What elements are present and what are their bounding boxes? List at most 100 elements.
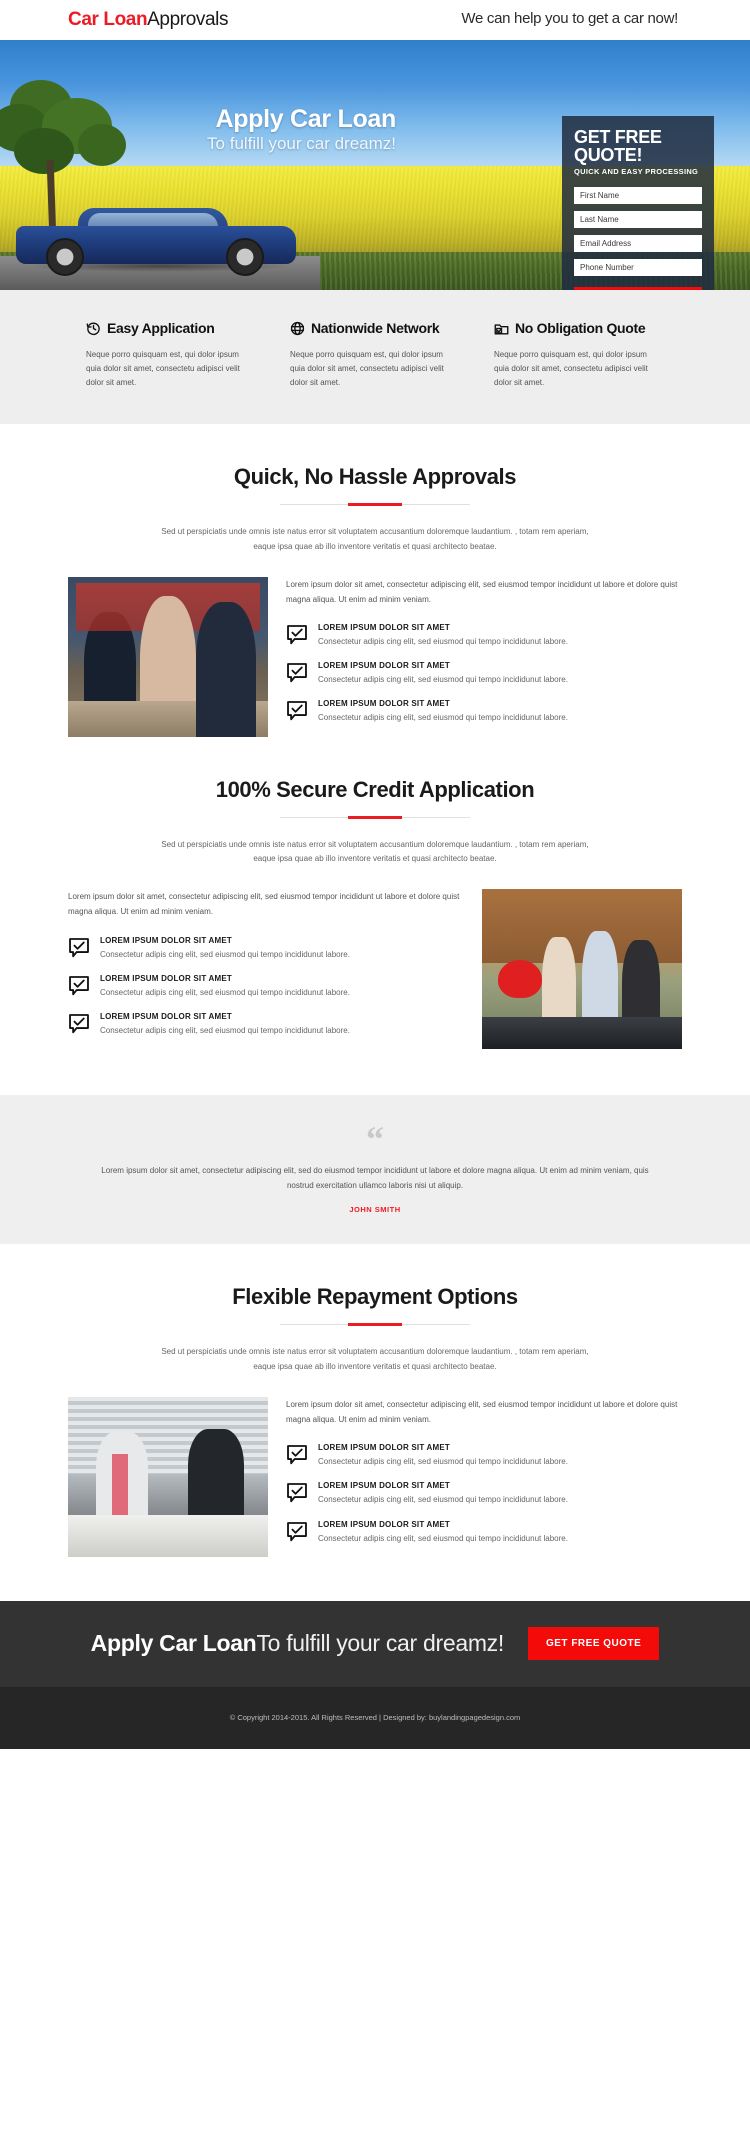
clock-history-icon <box>86 321 101 336</box>
check-bubble-icon <box>286 1521 308 1543</box>
check-bubble-icon <box>286 624 308 646</box>
hero-subtitle: To fulfill your car dreamz! <box>207 134 396 154</box>
phone-number-input[interactable] <box>574 259 702 276</box>
check-bubble-icon <box>68 1013 90 1035</box>
cta-headline-strong: Apply Car Loan <box>90 1630 257 1657</box>
list-item-title: LOREM IPSUM DOLOR SIT AMET <box>100 973 233 983</box>
feature-no-obligation-quote: No Obligation Quote Neque porro quisquam… <box>494 320 664 390</box>
section-paragraph: Lorem ipsum dolor sit amet, consectetur … <box>286 579 678 604</box>
list-item-title: LOREM IPSUM DOLOR SIT AMET <box>318 661 451 671</box>
checked-folder-icon <box>494 321 509 336</box>
section-divider <box>280 816 470 818</box>
check-bubble-icon <box>286 1482 308 1504</box>
section-image <box>68 1396 268 1557</box>
section-lead: Sed ut perspiciatis unde omnis iste natu… <box>161 1347 589 1371</box>
list-item-title: LOREM IPSUM DOLOR SIT AMET <box>318 1481 451 1491</box>
list-item-body: Consectetur adipis cing elit, sed eiusmo… <box>100 1025 350 1035</box>
check-bubble-icon <box>68 937 90 959</box>
feature-title: No Obligation Quote <box>515 320 646 336</box>
tree-icon <box>0 76 140 174</box>
list-item-body: Consectetur adipis cing elit, sed eiusmo… <box>318 1495 568 1505</box>
section-lead: Sed ut perspiciatis unde omnis iste natu… <box>161 839 589 864</box>
form-title: GET FREE QUOTE! <box>574 127 662 165</box>
section-image <box>68 576 268 737</box>
list-item-body: Consectetur adipis cing elit, sed eiusmo… <box>100 987 350 997</box>
globe-icon <box>290 321 305 336</box>
last-name-input[interactable] <box>574 211 702 228</box>
list-item-body: Consectetur adipis cing elit, sed eiusmo… <box>318 1457 568 1467</box>
hero-title: Apply Car Loan <box>215 105 396 133</box>
feature-body: Neque porro quisquam est, qui dolor ipsu… <box>290 350 444 387</box>
section-title: Flexible Repayment Options <box>232 1284 518 1310</box>
section-title: 100% Secure Credit Application <box>215 776 535 802</box>
continue-button[interactable]: CONTINUE <box>574 287 702 290</box>
list-item-title: LOREM IPSUM DOLOR SIT AMET <box>318 699 451 709</box>
check-bubble-icon <box>286 662 308 684</box>
list-item: LOREM IPSUM DOLOR SIT AMET Consectetur a… <box>68 1012 464 1037</box>
check-bubble-icon <box>286 700 308 722</box>
hero-copy: Apply Car Loan To fulfill your car dream… <box>196 106 396 154</box>
site-logo[interactable]: Car LoanApprovals <box>68 9 228 31</box>
quote-mark-icon: “ <box>366 1119 384 1160</box>
feature-body: Neque porro quisquam est, qui dolor ipsu… <box>494 350 648 387</box>
section-title: Quick, No Hassle Approvals <box>233 464 517 489</box>
feature-title: Nationwide Network <box>311 320 440 336</box>
benefit-list: LOREM IPSUM DOLOR SIT AMET Consectetur a… <box>286 623 682 725</box>
section-flexible-repayment: Flexible Repayment Options Sed ut perspi… <box>0 1244 750 1557</box>
list-item: LOREM IPSUM DOLOR SIT AMET Consectetur a… <box>286 1481 682 1506</box>
section-image <box>482 889 682 1050</box>
list-item-body: Consectetur adipis cing elit, sed eiusmo… <box>100 949 350 959</box>
logo-secondary-text: Approvals <box>147 9 229 30</box>
feature-nationwide-network: Nationwide Network Neque porro quisquam … <box>290 320 460 390</box>
list-item-body: Consectetur adipis cing elit, sed eiusmo… <box>318 713 568 723</box>
first-name-input[interactable] <box>574 187 702 204</box>
testimonial-author: JOHN SMITH <box>349 1205 401 1215</box>
list-item-title: LOREM IPSUM DOLOR SIT AMET <box>318 1519 451 1529</box>
list-item: LOREM IPSUM DOLOR SIT AMET Consectetur a… <box>68 974 464 999</box>
feature-title: Easy Application <box>107 320 215 336</box>
list-item: LOREM IPSUM DOLOR SIT AMET Consectetur a… <box>286 1443 682 1468</box>
section-quick-approvals: Quick, No Hassle Approvals Sed ut perspi… <box>0 424 750 737</box>
check-bubble-icon <box>286 1444 308 1466</box>
email-address-input[interactable] <box>574 235 702 252</box>
section-divider <box>280 1324 470 1326</box>
testimonial-text: Lorem ipsum dolor sit amet, consectetur … <box>101 1165 649 1190</box>
cta-headline-normal: To fulfill your car dreamz! <box>256 1630 504 1657</box>
header-tagline: We can help you to get a car now! <box>461 10 678 27</box>
hero-banner: Apply Car Loan To fulfill your car dream… <box>0 40 750 290</box>
section-divider <box>280 504 470 505</box>
testimonial-band: “ Lorem ipsum dolor sit amet, consectetu… <box>0 1095 750 1245</box>
feature-easy-application: Easy Application Neque porro quisquam es… <box>86 320 256 390</box>
car-illustration <box>16 208 296 276</box>
list-item-title: LOREM IPSUM DOLOR SIT AMET <box>100 1011 233 1021</box>
list-item: LOREM IPSUM DOLOR SIT AMET Consectetur a… <box>286 1520 682 1545</box>
site-header: Car LoanApprovals We can help you to get… <box>0 0 750 40</box>
list-item-body: Consectetur adipis cing elit, sed eiusmo… <box>318 675 568 685</box>
benefit-list: LOREM IPSUM DOLOR SIT AMET Consectetur a… <box>68 936 464 1038</box>
feature-body: Neque porro quisquam est, qui dolor ipsu… <box>86 350 240 387</box>
copyright-text: © Copyright 2014-2015. All Rights Reserv… <box>229 1713 521 1723</box>
list-item: LOREM IPSUM DOLOR SIT AMET Consectetur a… <box>286 661 682 686</box>
list-item: LOREM IPSUM DOLOR SIT AMET Consectetur a… <box>286 699 682 724</box>
list-item-title: LOREM IPSUM DOLOR SIT AMET <box>100 935 233 945</box>
lead-capture-form: GET FREE QUOTE! QUICK AND EASY PROCESSIN… <box>562 116 714 290</box>
list-item-title: LOREM IPSUM DOLOR SIT AMET <box>318 622 451 632</box>
landing-page: Car LoanApprovals We can help you to get… <box>0 0 750 1749</box>
get-free-quote-button[interactable]: GET FREE QUOTE <box>527 1627 660 1661</box>
section-lead: Sed ut perspiciatis unde omnis iste natu… <box>161 527 589 551</box>
list-item-title: LOREM IPSUM DOLOR SIT AMET <box>318 1443 451 1453</box>
benefit-list: LOREM IPSUM DOLOR SIT AMET Consectetur a… <box>286 1443 682 1545</box>
site-footer: © Copyright 2014-2015. All Rights Reserv… <box>0 1686 750 1749</box>
form-subtitle: QUICK AND EASY PROCESSING <box>574 167 699 176</box>
features-band: Easy Application Neque porro quisquam es… <box>0 290 750 424</box>
section-secure-credit: 100% Secure Credit Application Sed ut pe… <box>0 737 750 1050</box>
logo-primary-text: Car Loan <box>68 9 148 30</box>
list-item: LOREM IPSUM DOLOR SIT AMET Consectetur a… <box>286 623 682 648</box>
list-item-body: Consectetur adipis cing elit, sed eiusmo… <box>318 1533 568 1543</box>
list-item: LOREM IPSUM DOLOR SIT AMET Consectetur a… <box>68 936 464 961</box>
bottom-cta-bar: Apply Car LoanTo fulfill your car dreamz… <box>0 1600 750 1687</box>
section-paragraph: Lorem ipsum dolor sit amet, consectetur … <box>68 892 460 917</box>
check-bubble-icon <box>68 975 90 997</box>
section-paragraph: Lorem ipsum dolor sit amet, consectetur … <box>286 1399 678 1424</box>
list-item-body: Consectetur adipis cing elit, sed eiusmo… <box>318 636 568 646</box>
